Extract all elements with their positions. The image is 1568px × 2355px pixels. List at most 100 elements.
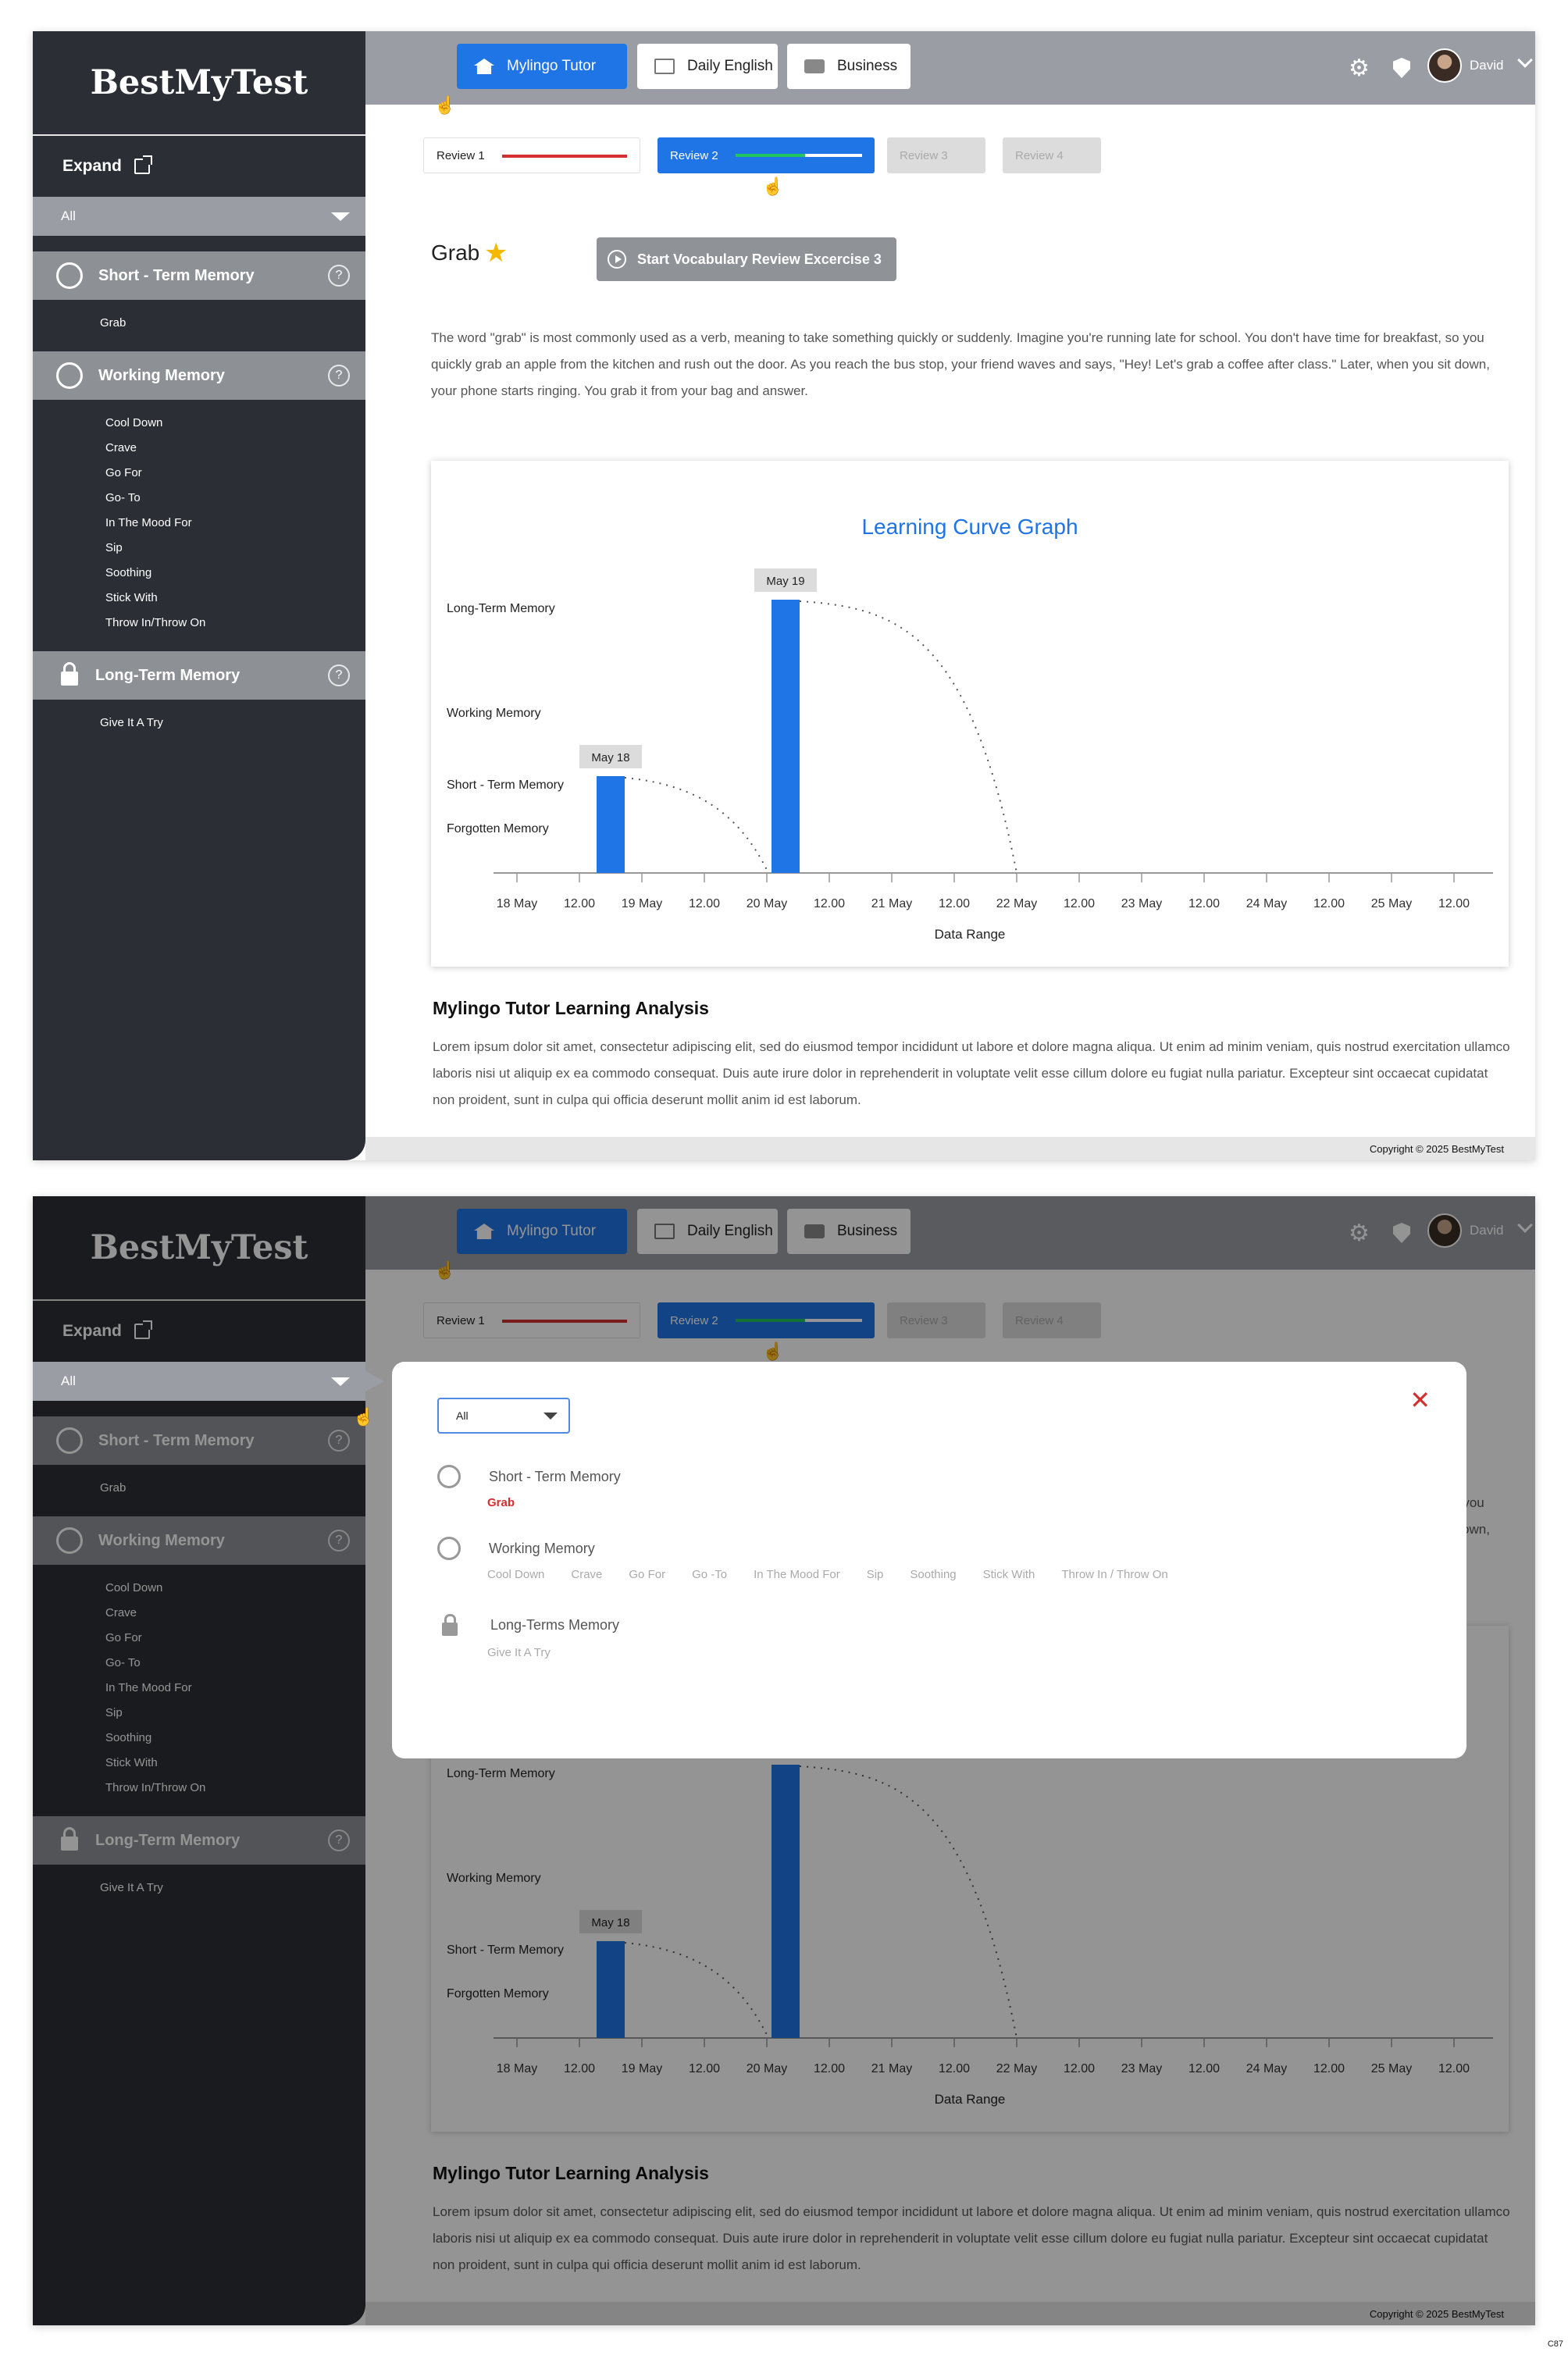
forgetting-curve bbox=[799, 600, 1017, 874]
x-tick-label: 24 May bbox=[1246, 897, 1287, 910]
modal-vocab-item[interactable]: Go For bbox=[629, 1568, 665, 1581]
tab-mylingo-tutor[interactable]: Mylingo Tutor bbox=[457, 44, 627, 89]
review-progress-bar bbox=[736, 154, 862, 157]
modal-vocab-item[interactable]: Sip bbox=[867, 1568, 884, 1581]
modal-category-name: Working Memory bbox=[489, 1540, 595, 1556]
x-tick-label: 22 May bbox=[996, 897, 1037, 910]
home-icon bbox=[474, 59, 494, 74]
modal-vocab-item[interactable]: Throw In / Throw On bbox=[1061, 1568, 1167, 1581]
category-filter[interactable]: All bbox=[33, 197, 365, 236]
screen-default: BestMyTest Expand All Short - Term Memor… bbox=[33, 31, 1535, 1160]
user-name[interactable]: David bbox=[1470, 58, 1503, 73]
vocab-item[interactable]: Grab bbox=[33, 311, 365, 336]
page-id: C87 bbox=[1547, 2339, 1563, 2349]
filter-value: All bbox=[61, 208, 76, 223]
star-icon[interactable]: ★ bbox=[484, 237, 508, 269]
modal-vocab-item[interactable]: Go -To bbox=[692, 1568, 727, 1581]
screen-filter-open: BestMyTest Expand All Short - Term Memor… bbox=[33, 1196, 1535, 2325]
modal-category-name: Long-Terms Memory bbox=[490, 1617, 620, 1633]
brand-logo: BestMyTest bbox=[33, 31, 365, 136]
y-level-label: Long-Term Memory bbox=[447, 602, 555, 615]
x-tick-label: 12.00 bbox=[814, 897, 845, 910]
modal-category-long-term[interactable]: Long-Terms Memory bbox=[437, 1614, 620, 1636]
pointer-cursor-icon: ☝ bbox=[353, 1407, 375, 1427]
modal-vocab-item[interactable]: Crave bbox=[571, 1568, 602, 1581]
modal-vocab-item[interactable]: Stick With bbox=[983, 1568, 1035, 1581]
category-filter-modal: ✕ All Short - Term Memory Grab Working M… bbox=[392, 1362, 1466, 1758]
review-1-tab[interactable]: Review 1 bbox=[423, 137, 640, 173]
caret-down-icon bbox=[331, 1377, 350, 1386]
help-icon[interactable]: ? bbox=[328, 265, 350, 287]
x-tick-label: 18 May bbox=[497, 897, 537, 910]
vocab-item[interactable]: Stick With bbox=[33, 586, 365, 611]
newspaper-icon bbox=[654, 59, 675, 74]
vocab-item[interactable]: Crave bbox=[33, 436, 365, 461]
review-4-tab[interactable]: Review 4 bbox=[1003, 137, 1101, 173]
x-tick-label: 12.00 bbox=[1064, 897, 1095, 910]
help-icon[interactable]: ? bbox=[328, 365, 350, 387]
modal-vocab-item[interactable]: In The Mood For bbox=[754, 1568, 840, 1581]
tab-label: Daily English bbox=[687, 58, 773, 74]
footer-copyright: Copyright © 2025 BestMyTest bbox=[365, 1137, 1535, 1160]
category-items: Grab bbox=[33, 300, 365, 351]
review-3-tab[interactable]: Review 3 bbox=[887, 137, 985, 173]
forgetting-curve bbox=[624, 777, 769, 874]
review-label: Review 2 bbox=[670, 148, 718, 162]
close-icon[interactable]: ✕ bbox=[1409, 1385, 1431, 1415]
category-long-term[interactable]: Long-Term Memory? bbox=[33, 651, 365, 700]
vocab-item[interactable]: Cool Down bbox=[33, 411, 365, 436]
caret-down-icon bbox=[543, 1412, 558, 1420]
lock-icon bbox=[61, 662, 78, 686]
help-icon[interactable]: ? bbox=[328, 664, 350, 686]
category-working[interactable]: Working Memory? bbox=[33, 351, 365, 400]
lock-icon bbox=[442, 1614, 458, 1636]
modal-category-select[interactable]: All bbox=[437, 1398, 570, 1434]
sidebar: BestMyTest Expand All Short - Term Memor… bbox=[33, 31, 365, 1160]
vocab-item[interactable]: Sip bbox=[33, 536, 365, 561]
expand-button[interactable]: Expand bbox=[33, 136, 365, 197]
vocab-item[interactable]: In The Mood For bbox=[33, 511, 365, 536]
analysis-title: Mylingo Tutor Learning Analysis bbox=[433, 998, 709, 1018]
chart-svg: Learning Curve Graph Forgotten Memory Shor… bbox=[447, 515, 1493, 942]
play-icon bbox=[608, 250, 626, 269]
external-link-icon bbox=[134, 155, 152, 174]
category-short-term[interactable]: Short - Term Memory? bbox=[33, 251, 365, 300]
vocab-item[interactable]: Soothing bbox=[33, 561, 365, 586]
modal-category-items: Grab bbox=[487, 1496, 541, 1509]
vocab-item[interactable]: Throw In/Throw On bbox=[33, 611, 365, 636]
x-tick-label: 19 May bbox=[622, 897, 662, 910]
tab-business[interactable]: Business bbox=[787, 44, 911, 89]
start-exercise-button[interactable]: Start Vocabulary Review Excercise 3 bbox=[597, 237, 896, 281]
vocab-word-title: Grab bbox=[431, 240, 480, 265]
x-tick-label: 12.00 bbox=[1313, 897, 1345, 910]
x-tick-label: 12.00 bbox=[689, 897, 720, 910]
bar-date-label: May 18 bbox=[591, 751, 629, 764]
memory-bar bbox=[597, 776, 625, 873]
modal-category-short-term[interactable]: Short - Term Memory bbox=[437, 1465, 621, 1488]
tab-daily-english[interactable]: Daily English bbox=[637, 44, 778, 89]
vocab-item[interactable]: Give It A Try bbox=[33, 711, 365, 736]
avatar[interactable] bbox=[1427, 48, 1462, 83]
vocab-item[interactable]: Go For bbox=[33, 461, 365, 486]
clock-icon bbox=[437, 1465, 461, 1488]
chevron-down-icon[interactable] bbox=[1517, 52, 1533, 68]
category-filter-open[interactable]: All bbox=[33, 1362, 384, 1401]
modal-vocab-item[interactable]: Cool Down bbox=[487, 1568, 544, 1581]
expand-label: Expand bbox=[62, 157, 122, 175]
gear-icon bbox=[437, 1537, 461, 1560]
modal-vocab-item[interactable]: Give It A Try bbox=[487, 1646, 551, 1659]
select-value: All bbox=[456, 1409, 469, 1422]
y-level-label: Short - Term Memory bbox=[447, 778, 564, 792]
hand-cursor-icon: ☝ bbox=[762, 176, 784, 196]
modal-category-name: Short - Term Memory bbox=[489, 1468, 621, 1484]
modal-vocab-item[interactable]: Grab bbox=[487, 1496, 515, 1509]
briefcase-icon bbox=[804, 59, 825, 73]
hand-cursor-icon: ☝ bbox=[434, 95, 456, 115]
vocab-item[interactable]: Go- To bbox=[33, 486, 365, 511]
review-2-tab[interactable]: Review 2 bbox=[657, 137, 875, 173]
x-tick-label: 12.00 bbox=[939, 897, 970, 910]
modal-vocab-item[interactable]: Soothing bbox=[910, 1568, 956, 1581]
modal-category-working[interactable]: Working Memory bbox=[437, 1537, 595, 1560]
settings-gear-icon[interactable]: ⚙ bbox=[1349, 55, 1370, 82]
shield-check-icon[interactable] bbox=[1393, 58, 1410, 78]
